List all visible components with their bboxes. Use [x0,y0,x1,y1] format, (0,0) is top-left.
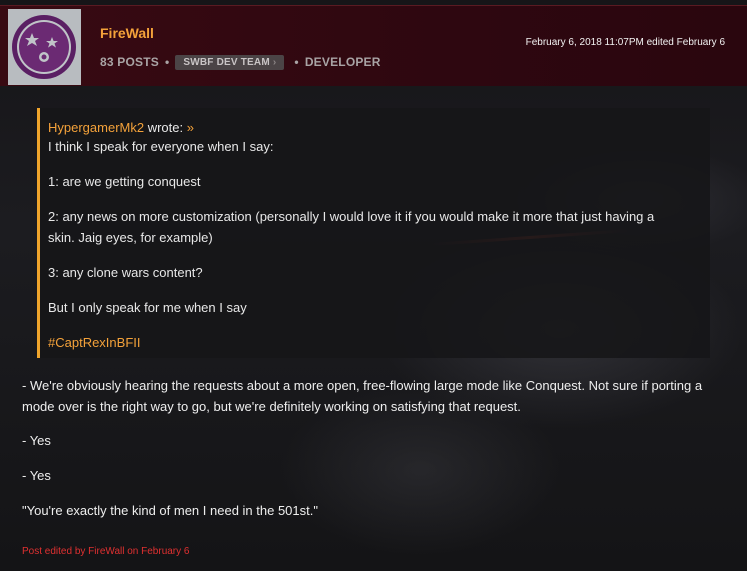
quote-line: I think I speak for everyone when I say: [48,139,274,154]
quote-line: skin. Jaig eyes, for example) [48,230,213,245]
quote-block: HypergamerMk2 wrote: » I think I speak f… [37,108,710,358]
quote-attribution: HypergamerMk2 wrote: » [48,120,194,135]
team-badge[interactable]: SWBF DEV TEAM › [175,54,285,70]
quote-wrote-label: wrote: [147,120,184,135]
post-header: FireWall 83 POSTS • SWBF DEV TEAM › • DEV… [0,5,747,86]
reply-line: - Yes [22,433,51,448]
avatar[interactable] [8,9,81,85]
post-timestamp[interactable]: February 6, 2018 11:07PM edited February… [526,37,725,48]
posts-count[interactable]: 83 POSTS [100,55,159,69]
avatar-emblem-icon [12,15,76,79]
quote-line: 3: any clone wars content? [48,265,203,280]
quote-line: 2: any news on more customization (perso… [48,209,655,224]
meta-separator: • [164,55,170,69]
quote-hashtag[interactable]: #CaptRexInBFII [48,335,141,350]
reply-line: - Yes [22,468,51,483]
author-meta: 83 POSTS • SWBF DEV TEAM › • DEVELOPER [100,52,381,72]
role-label: DEVELOPER [304,55,381,69]
team-badge-label: SWBF DEV TEAM [183,56,270,68]
badge-chevron-icon: › [272,56,277,68]
quote-line: But I only speak for me when I say [48,300,247,315]
edited-note: Post edited by FireWall on February 6 [22,546,190,557]
quote-jump-icon[interactable]: » [187,120,194,135]
reply-line: - We're obviously hearing the requests a… [22,378,703,393]
quote-author-link[interactable]: HypergamerMk2 [48,120,144,135]
quote-line: 1: are we getting conquest [48,174,201,189]
reply-line: mode over is the right way to go, but we… [22,399,521,414]
meta-separator: • [294,55,299,69]
author-name[interactable]: FireWall [100,25,154,41]
reply-line: "You're exactly the kind of men I need i… [22,503,318,518]
